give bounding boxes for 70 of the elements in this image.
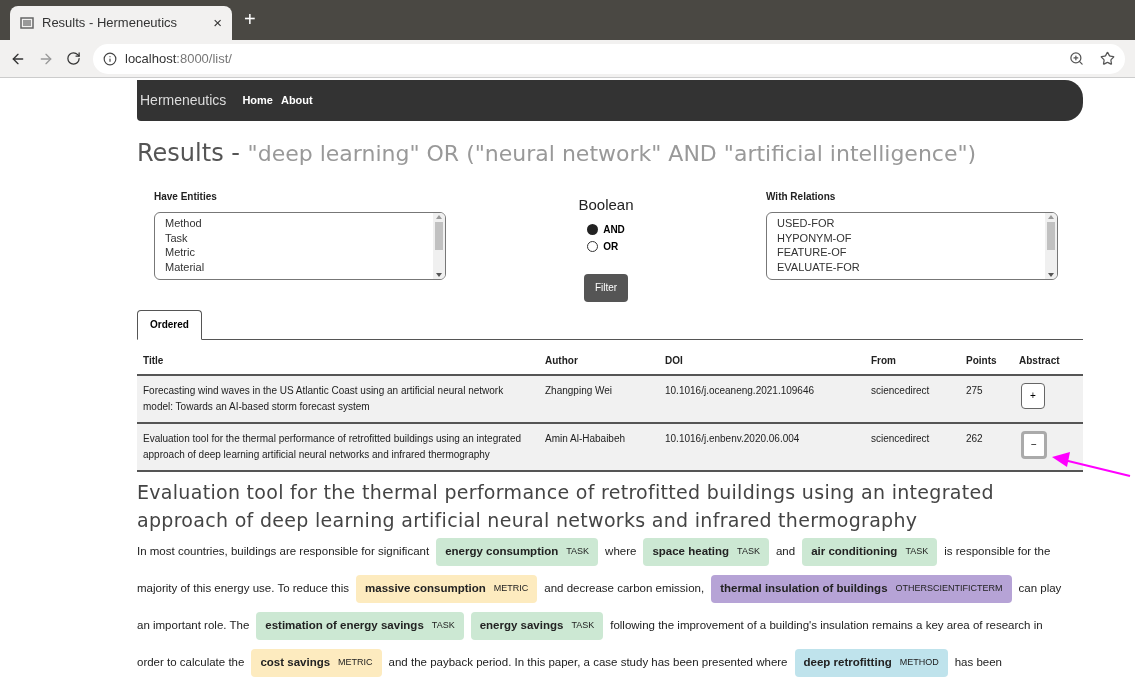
select-option[interactable]: FEATURE-OF bbox=[777, 245, 1045, 260]
zoom-icon[interactable] bbox=[1069, 51, 1084, 66]
browser-tab[interactable]: Results - Hermeneutics × bbox=[10, 6, 232, 40]
abstract-text: majority of this energy use. To reduce this bbox=[137, 581, 349, 597]
table-cell: 10.1016/j.enbenv.2020.06.004 bbox=[659, 423, 865, 472]
entity-tag: estimation of energy savings TASK bbox=[256, 612, 464, 640]
nav-link[interactable]: About bbox=[280, 92, 313, 109]
entity-tag: energy savings TASK bbox=[470, 612, 604, 640]
entity-tag: thermal insulation of buildings OTHERSCIENTIFICTERM bbox=[711, 575, 1012, 603]
filter-button[interactable]: Filter bbox=[584, 273, 628, 302]
abstract-text: and bbox=[775, 544, 796, 560]
entity-tag: energy consumption TASK bbox=[436, 538, 599, 566]
abstract-text: and the payback period. In this paper, a case study has been presented where bbox=[388, 655, 788, 671]
scrollbar[interactable] bbox=[1045, 213, 1057, 279]
page-icon bbox=[20, 17, 34, 29]
radio-icon[interactable] bbox=[587, 240, 599, 252]
table-cell: sciencedirect bbox=[865, 423, 960, 472]
info-icon bbox=[103, 51, 117, 66]
select-option[interactable]: Method bbox=[165, 216, 433, 231]
brand-link[interactable]: Hermeneutics bbox=[140, 90, 227, 111]
radio-option[interactable]: AND bbox=[587, 221, 625, 237]
abstract-text: In most countries, buildings are responsible for significant bbox=[137, 544, 430, 560]
table-cell: Forecasting wind waves in the US Atlantic Coast using an artificial neural network model: Towards an AI-based storm forecast system bbox=[137, 375, 539, 424]
abstract-text: an important role. The bbox=[137, 618, 250, 634]
abstract-text: order to calculate the bbox=[137, 655, 245, 671]
select-option[interactable]: Material bbox=[165, 259, 433, 274]
table-cell: Amin Al-Habaibeh bbox=[539, 423, 659, 472]
abstract-text: can play bbox=[1018, 581, 1062, 597]
select-option[interactable]: Task bbox=[165, 230, 433, 245]
select-option[interactable]: USED-FOR bbox=[777, 216, 1045, 231]
abstract-text: is responsible for the bbox=[944, 544, 1051, 560]
abstract-title: Evaluation tool for the thermal performance of retrofitted buildings using an integrated approach of deep learning artificial neural networks and infrared thermography bbox=[137, 479, 995, 533]
entities-label: Have Entities bbox=[154, 190, 218, 204]
select-list[interactable]: USED-FOR HYPONYM-OF FEATURE-OF EVALUATE-FOR bbox=[766, 212, 1058, 280]
table-cell: Evaluation tool for the thermal performance of retrofitted buildings using an integrated approach of deep learning artificial neural networks and infrared thermography bbox=[137, 423, 539, 472]
nav-link[interactable]: Home bbox=[242, 92, 273, 109]
bookmark-star-icon[interactable] bbox=[1100, 51, 1115, 66]
reload-icon[interactable] bbox=[66, 51, 81, 66]
close-tab-button[interactable]: × bbox=[213, 11, 222, 35]
url-text: localhost:8000/list/ bbox=[125, 49, 232, 68]
scrollbar[interactable] bbox=[433, 213, 445, 279]
tab-title: Results - Hermeneutics bbox=[42, 14, 179, 33]
boolean-label: Boolean bbox=[578, 195, 634, 215]
entity-tag: cost savings METRIC bbox=[251, 649, 382, 677]
select-list[interactable]: Method Task Metric Material bbox=[154, 212, 446, 280]
radio-checked-icon[interactable] bbox=[587, 223, 599, 235]
table-cell: 262 bbox=[960, 423, 1013, 472]
entity-tag: air conditioning TASK bbox=[802, 538, 938, 566]
entity-tag: massive consumption METRIC bbox=[356, 575, 538, 603]
address-bar[interactable]: localhost:8000/list/ bbox=[93, 43, 1125, 74]
select-option[interactable]: EVALUATE-FOR bbox=[777, 259, 1045, 274]
table-cell: 10.1016/j.oceaneng.2021.109646 bbox=[659, 375, 865, 424]
select-option[interactable]: HYPONYM-OF bbox=[777, 230, 1045, 245]
select-option[interactable]: Metric bbox=[165, 245, 433, 260]
expand-toggle-button[interactable]: + bbox=[1021, 382, 1045, 409]
table-cell: Zhangping Wei bbox=[539, 375, 659, 424]
abstract-text: following the improvement of a building's insulation remains a key area of research in bbox=[610, 618, 1043, 634]
entity-tag: space heating TASK bbox=[643, 538, 769, 566]
results-heading: Results - "deep learning" OR ("neural network" AND "artificial intelligence") bbox=[137, 139, 977, 167]
expand-toggle-button[interactable]: − bbox=[1021, 430, 1047, 459]
table-cell: 275 bbox=[960, 375, 1013, 424]
entity-tag: deep retrofitting METHOD bbox=[794, 649, 948, 677]
new-tab-button[interactable]: + bbox=[244, 4, 256, 34]
radio-option[interactable]: OR bbox=[587, 238, 625, 254]
relations-label: With Relations bbox=[766, 190, 837, 204]
tab[interactable]: Ordered bbox=[137, 309, 202, 340]
abstract-text: has been bbox=[954, 655, 1002, 671]
abstract-text: where bbox=[605, 544, 637, 560]
abstract-text: and decrease carbon emission, bbox=[544, 581, 705, 597]
table-cell: sciencedirect bbox=[865, 375, 960, 424]
